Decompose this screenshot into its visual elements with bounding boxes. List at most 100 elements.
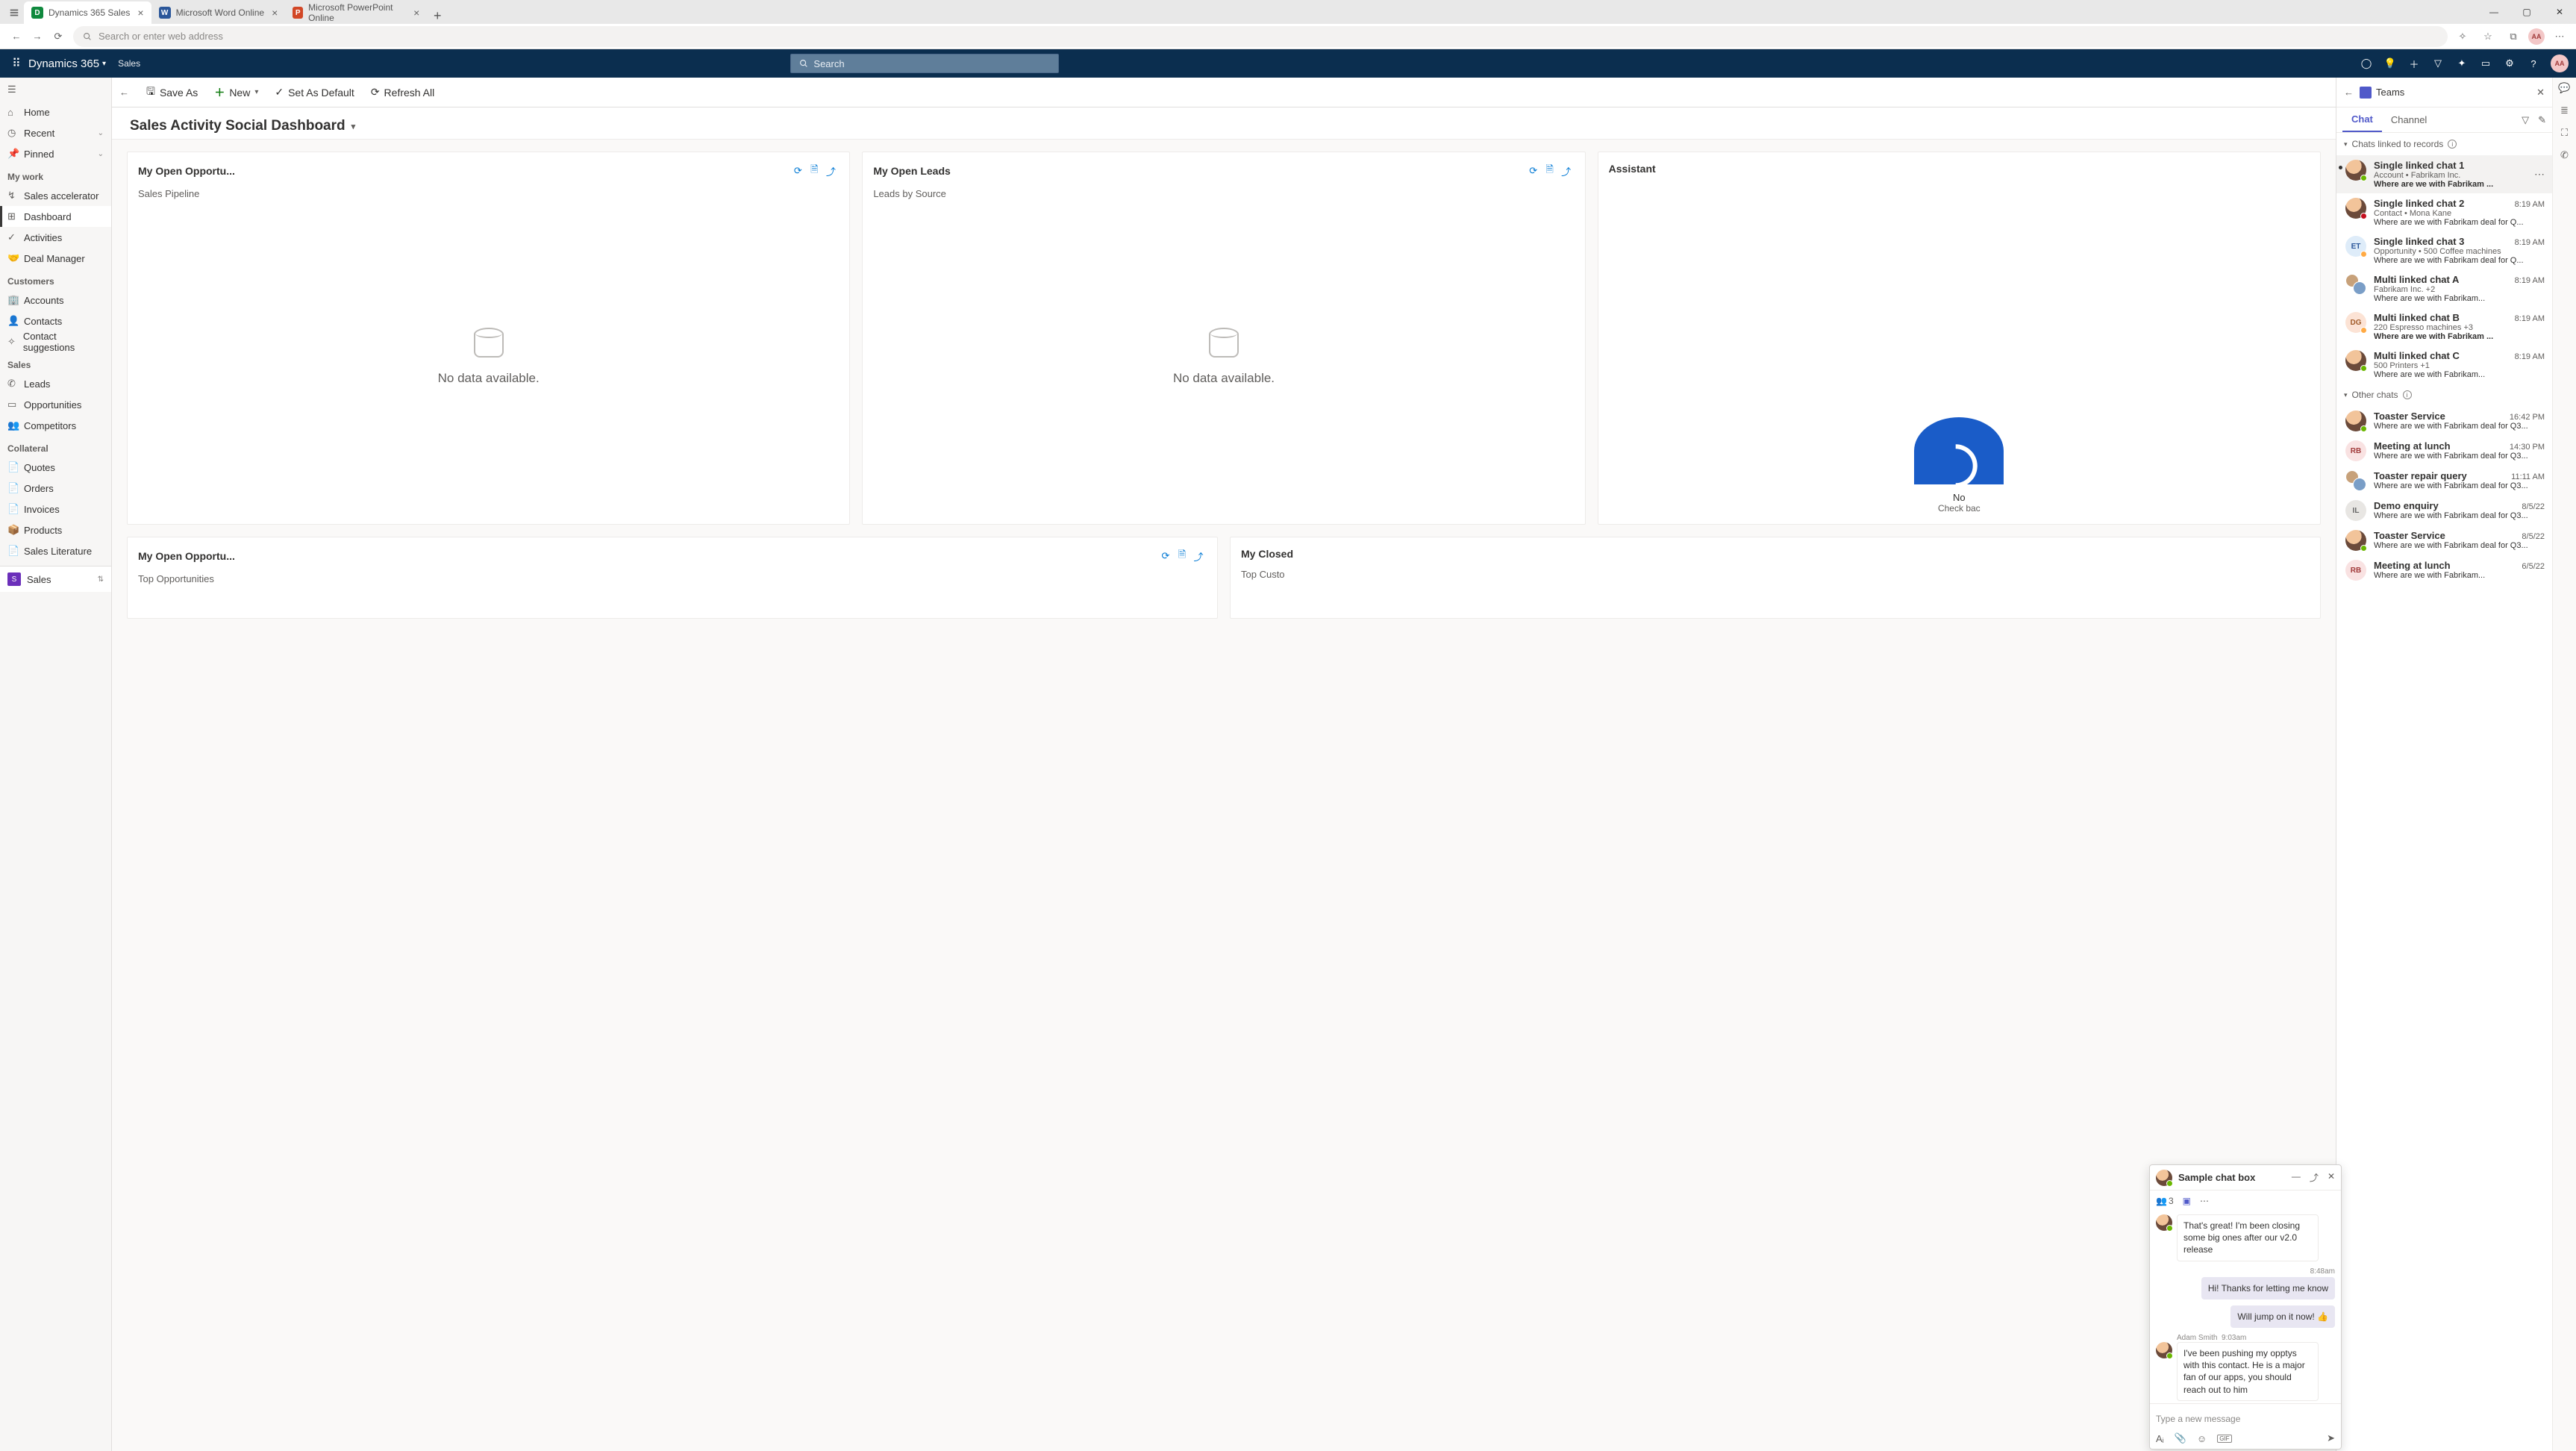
task-icon[interactable]: ◯ — [2360, 57, 2373, 70]
chat-item[interactable]: IL Demo enquiry8/5/22 Where are we with … — [2336, 496, 2552, 525]
nav-contacts[interactable]: 👤Contacts — [0, 311, 111, 331]
card-popout-button[interactable]: ⤴ — [822, 164, 839, 178]
tab-close-button[interactable]: × — [272, 7, 278, 18]
app-launcher-button[interactable]: ⠿ — [7, 56, 25, 71]
more-button[interactable]: ⋯ — [2200, 1196, 2209, 1206]
nav-invoices[interactable]: 📄Invoices — [0, 499, 111, 519]
teams-tab-channel[interactable]: Channel — [2382, 107, 2436, 132]
back-button[interactable]: ← — [6, 26, 27, 47]
section-other-chats[interactable]: Other chats i — [2336, 384, 2552, 406]
browser-tab-0[interactable]: D Dynamics 365 Sales × — [24, 1, 151, 24]
compose-icon[interactable]: ✎ — [2538, 114, 2546, 126]
card-popout-button[interactable]: ⤴ — [1190, 549, 1207, 564]
favorites-add-button[interactable]: ✧ — [2452, 26, 2473, 47]
chat-item[interactable]: DG Multi linked chat B8:19 AM 220 Espres… — [2336, 308, 2552, 346]
participants-button[interactable]: 👥3 — [2156, 1196, 2174, 1206]
app-name[interactable]: Dynamics 365 ▾ — [28, 57, 106, 70]
card-popout-button[interactable]: ⤴ — [1558, 164, 1575, 178]
chat-item[interactable]: Single linked chat 28:19 AM Contact • Mo… — [2336, 193, 2552, 231]
nav-leads[interactable]: ✆Leads — [0, 373, 111, 394]
refresh-button[interactable]: ⟳ — [48, 26, 69, 47]
teams-back-button[interactable]: ← — [2344, 87, 2354, 98]
nav-accounts[interactable]: 🏢Accounts — [0, 290, 111, 311]
nav-area-switcher[interactable]: S Sales ⇅ — [0, 567, 111, 592]
nav-dashboard[interactable]: ⊞Dashboard — [0, 206, 111, 227]
nav-quotes[interactable]: 📄Quotes — [0, 457, 111, 478]
profile-button[interactable]: AA — [2528, 28, 2545, 45]
tab-strip-menu[interactable] — [4, 1, 24, 24]
screen-icon[interactable]: ▭ — [2479, 57, 2492, 70]
nav-sales-accelerator[interactable]: ↯Sales accelerator — [0, 185, 111, 206]
teams-chat-icon[interactable]: 💬 — [2558, 82, 2570, 94]
chat-item[interactable]: RB Meeting at lunch14:30 PM Where are we… — [2336, 436, 2552, 466]
assistant-icon[interactable]: ✦ — [2455, 57, 2469, 70]
address-bar[interactable]: Search or enter web address — [73, 26, 2448, 47]
info-icon[interactable]: i — [2403, 390, 2412, 399]
expand-icon[interactable]: ⛶ — [2561, 127, 2568, 139]
tab-close-button[interactable]: × — [413, 7, 419, 18]
nav-pinned[interactable]: 📌Pinned⌄ — [0, 143, 111, 164]
collections-button[interactable]: ⧉ — [2503, 26, 2524, 47]
favorites-button[interactable]: ☆ — [2477, 26, 2498, 47]
section-linked-chats[interactable]: Chats linked to records i — [2336, 133, 2552, 155]
chat-box-messages[interactable]: That's great! I'm been closing some big … — [2150, 1211, 2341, 1403]
nav-sales-literature[interactable]: 📄Sales Literature — [0, 540, 111, 561]
card-records-button[interactable]: 🗎 — [806, 163, 822, 179]
chat-item[interactable]: Multi linked chat A8:19 AM Fabrikam Inc.… — [2336, 269, 2552, 308]
nav-collapse-button[interactable]: ☰ — [0, 78, 111, 102]
call-icon[interactable]: ✆ — [2560, 149, 2569, 161]
cmd-refresh-all-button[interactable]: ⟳ Refresh All — [365, 83, 440, 102]
list-icon[interactable]: ≣ — [2560, 104, 2569, 116]
info-icon[interactable]: i — [2448, 140, 2457, 149]
dashboard-selector[interactable]: Sales Activity Social Dashboard ▾ — [130, 118, 2318, 134]
cmd-set-default-button[interactable]: ✓ Set As Default — [269, 83, 360, 102]
browser-tab-2[interactable]: P Microsoft PowerPoint Online × — [285, 1, 427, 24]
chat-item[interactable]: Toaster Service16:42 PM Where are we wit… — [2336, 406, 2552, 436]
cmd-save-as-button[interactable]: 🖫 Save As — [140, 81, 204, 104]
nav-recent[interactable]: ◷Recent⌄ — [0, 122, 111, 143]
attach-icon[interactable]: 📎 — [2175, 1432, 2186, 1444]
nav-deal-manager[interactable]: 🤝Deal Manager — [0, 248, 111, 269]
chat-item[interactable]: RB Meeting at lunch6/5/22 Where are we w… — [2336, 555, 2552, 585]
help-icon[interactable]: ? — [2527, 57, 2540, 70]
window-close-button[interactable]: ✕ — [2543, 0, 2576, 24]
settings-icon[interactable]: ⚙ — [2503, 57, 2516, 70]
minimize-button[interactable]: — — [2292, 1171, 2301, 1184]
nav-home[interactable]: ⌂Home — [0, 102, 111, 122]
send-button[interactable]: ➤ — [2327, 1432, 2335, 1444]
popout-button[interactable]: ⤴ — [2310, 1171, 2319, 1184]
card-refresh-button[interactable]: ⟳ — [790, 165, 806, 177]
card-records-button[interactable]: 🗎 — [1542, 163, 1558, 179]
emoji-icon[interactable]: ☺ — [2197, 1433, 2207, 1444]
user-avatar[interactable]: AA — [2551, 54, 2569, 72]
nav-activities[interactable]: ✓Activities — [0, 227, 111, 248]
nav-contact-suggestions[interactable]: ✧Contact suggestions — [0, 331, 111, 352]
lightbulb-icon[interactable]: 💡 — [2383, 57, 2397, 70]
add-icon[interactable]: ＋ — [2407, 57, 2421, 70]
nav-products[interactable]: 📦Products — [0, 519, 111, 540]
message-input[interactable]: Type a new message — [2156, 1408, 2335, 1429]
browser-tab-1[interactable]: W Microsoft Word Online × — [151, 1, 286, 24]
card-records-button[interactable]: 🗎 — [1174, 548, 1190, 564]
cmd-new-button[interactable]: ＋ New ▾ — [208, 82, 264, 103]
more-button[interactable]: ⋯ — [2549, 26, 2570, 47]
chat-item[interactable]: Multi linked chat C8:19 AM 500 Printers … — [2336, 346, 2552, 384]
cmd-back-button[interactable]: ← — [119, 87, 136, 98]
forward-button[interactable]: → — [27, 26, 48, 47]
teams-jump-icon[interactable]: ▣ — [2183, 1196, 2191, 1206]
card-refresh-button[interactable]: ⟳ — [1525, 165, 1542, 177]
teams-tab-chat[interactable]: Chat — [2342, 107, 2382, 132]
window-maximize-button[interactable]: ▢ — [2510, 0, 2543, 24]
chat-item[interactable]: Single linked chat 1 Account • Fabrikam … — [2336, 155, 2552, 193]
tab-close-button[interactable]: × — [137, 7, 143, 18]
card-refresh-button[interactable]: ⟳ — [1157, 550, 1174, 562]
close-button[interactable]: ✕ — [2328, 1171, 2335, 1184]
chat-item[interactable]: ET Single linked chat 38:19 AM Opportuni… — [2336, 231, 2552, 269]
chat-item[interactable]: Toaster Service8/5/22 Where are we with … — [2336, 525, 2552, 555]
filter-icon[interactable]: ▽ — [2522, 114, 2529, 126]
new-tab-button[interactable]: + — [427, 8, 448, 24]
chat-menu-button[interactable]: ⋯ — [2534, 168, 2545, 181]
nav-opportunities[interactable]: ▭Opportunities — [0, 394, 111, 415]
nav-orders[interactable]: 📄Orders — [0, 478, 111, 499]
window-minimize-button[interactable]: — — [2477, 0, 2510, 24]
